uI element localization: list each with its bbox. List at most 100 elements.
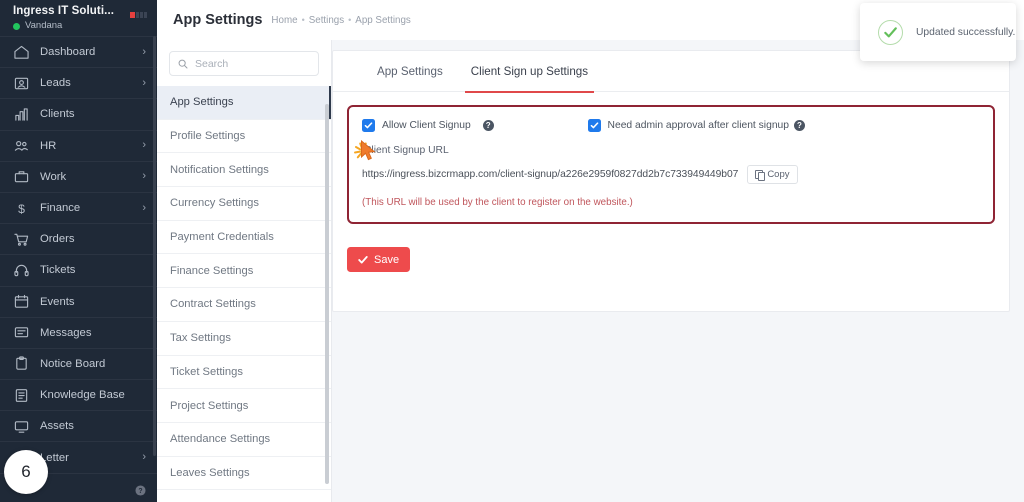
settings-item-app-settings[interactable]: App Settings	[157, 86, 331, 120]
sidebar-item-label: Notice Board	[40, 357, 106, 370]
sidebar-item-clients[interactable]: Clients	[0, 99, 157, 131]
breadcrumb: Home • Settings • App Settings	[271, 15, 410, 26]
copy-icon	[755, 170, 765, 181]
check-icon	[358, 255, 368, 265]
sidebar-header[interactable]: Ingress IT Soluti... Vandana	[0, 0, 157, 36]
sidebar-scrollbar[interactable]	[153, 36, 156, 456]
search-input[interactable]	[195, 57, 310, 70]
sidebar-item-orders[interactable]: Orders	[0, 224, 157, 256]
settings-item-attendance-settings[interactable]: Attendance Settings	[157, 423, 331, 457]
breadcrumb-separator: •	[301, 15, 305, 25]
settings-item-currency-settings[interactable]: Currency Settings	[157, 187, 331, 221]
clipboard-icon	[13, 356, 30, 371]
app-root: Ingress IT Soluti... Vandana Dashboard › L…	[0, 0, 1024, 502]
click-count-badge: 6	[4, 450, 48, 494]
client-signup-url-label: Client Signup URL	[364, 145, 449, 156]
message-icon	[13, 325, 30, 340]
calendar-icon	[13, 294, 30, 309]
content-region: App Settings Profile Settings Notification…	[157, 40, 1024, 502]
settings-item-label: Tax Settings	[170, 332, 231, 345]
breadcrumb-item[interactable]: Home	[271, 15, 297, 26]
headset-icon	[13, 263, 30, 278]
settings-item-label: Attendance Settings	[170, 433, 271, 446]
cart-icon	[13, 232, 30, 247]
settings-item-label: Leaves Settings	[170, 466, 250, 479]
settings-scrollbar[interactable]	[325, 104, 329, 484]
sidebar-item-label: HR	[40, 139, 57, 152]
chevron-right-icon: ›	[142, 76, 146, 89]
svg-text:$: $	[18, 202, 25, 216]
settings-item-project-settings[interactable]: Project Settings	[157, 389, 331, 423]
sidebar-item-label: Messages	[40, 326, 92, 339]
settings-item-ticket-settings[interactable]: Ticket Settings	[157, 356, 331, 390]
monitor-icon	[13, 419, 30, 434]
tab-app-settings[interactable]: App Settings	[363, 51, 457, 92]
search-icon	[178, 59, 188, 69]
question-circle-icon[interactable]: ?	[794, 120, 805, 131]
sidebar-item-label: Clients	[40, 108, 75, 121]
sidebar-item-hr[interactable]: HR ›	[0, 131, 157, 162]
allow-client-signup-label: Allow Client Signup	[382, 120, 471, 131]
home-icon	[13, 45, 30, 60]
question-circle-icon[interactable]: ?	[135, 484, 146, 496]
settings-item-profile-settings[interactable]: Profile Settings	[157, 120, 331, 154]
settings-item-finance-settings[interactable]: Finance Settings	[157, 254, 331, 289]
sidebar-item-label: Letter	[40, 451, 69, 464]
toast-message: Updated successfully.	[916, 26, 1016, 38]
settings-item-label: Finance Settings	[170, 264, 254, 277]
breadcrumb-item[interactable]: Settings	[309, 15, 344, 26]
question-circle-icon[interactable]: ?	[482, 120, 494, 131]
book-icon	[13, 388, 30, 403]
admin-approval-checkbox[interactable]: Need admin approval after client signup …	[587, 119, 980, 132]
breadcrumb-item[interactable]: App Settings	[355, 15, 411, 26]
sidebar-item-messages[interactable]: Messages	[0, 318, 157, 349]
sidebar-nav-list: Dashboard › Leads › Clients HR › Work › $ Finance ›…	[0, 36, 157, 474]
tab-label: App Settings	[377, 65, 443, 78]
highlighted-settings-block: Allow Client Signup ? Need admin approva…	[347, 105, 995, 224]
sidebar-item-knowledge-base[interactable]: Knowledge Base	[0, 380, 157, 412]
sidebar-item-work[interactable]: Work ›	[0, 162, 157, 193]
checkbox-checked-icon	[362, 119, 375, 132]
copy-button-label: Copy	[767, 169, 790, 180]
settings-item-label: Contract Settings	[170, 298, 256, 311]
settings-item-label: Profile Settings	[170, 130, 246, 143]
main-area: App Settings Home • Settings • App Settings	[157, 0, 1024, 502]
settings-item-contract-settings[interactable]: Contract Settings	[157, 288, 331, 322]
sidebar-item-events[interactable]: Events	[0, 287, 157, 318]
settings-item-label: Ticket Settings	[170, 365, 243, 378]
settings-search-box[interactable]	[169, 51, 319, 76]
toast-notification[interactable]: Updated successfully.	[860, 3, 1016, 61]
primary-sidebar: Ingress IT Soluti... Vandana Dashboard › L…	[0, 0, 157, 502]
settings-item-notification-settings[interactable]: Notification Settings	[157, 153, 331, 188]
sidebar-item-label: Dashboard	[40, 46, 96, 59]
leads-icon	[13, 76, 30, 91]
checkbox-checked-icon	[587, 119, 601, 132]
settings-card: App Settings Client Sign up Settings Allo…	[332, 50, 1010, 312]
tab-client-sign-up-settings[interactable]: Client Sign up Settings	[457, 51, 602, 94]
sidebar-item-notice-board[interactable]: Notice Board	[0, 349, 157, 381]
chevron-right-icon: ›	[142, 170, 146, 183]
sidebar-item-leads[interactable]: Leads ›	[0, 68, 157, 100]
settings-item-payment-credentials[interactable]: Payment Credentials	[157, 221, 331, 255]
settings-item-label: Project Settings	[170, 399, 249, 412]
sidebar-item-finance[interactable]: $ Finance ›	[0, 193, 157, 225]
settings-item-tax-settings[interactable]: Tax Settings	[157, 322, 331, 356]
sidebar-item-tickets[interactable]: Tickets	[0, 255, 157, 287]
settings-item-leaves-settings[interactable]: Leaves Settings	[157, 457, 331, 491]
save-button-label: Save	[374, 253, 400, 266]
check-circle-icon	[878, 19, 903, 45]
allow-client-signup-checkbox[interactable]: Allow Client Signup ?	[362, 119, 494, 132]
sidebar-item-label: Events	[40, 295, 75, 308]
dollar-icon: $	[13, 201, 30, 216]
settings-item-label: Notification Settings	[170, 163, 269, 176]
sidebar-item-assets[interactable]: Assets	[0, 411, 157, 443]
save-button[interactable]: Save	[347, 247, 411, 272]
user-name: Vandana	[25, 20, 63, 32]
copy-button[interactable]: Copy	[747, 165, 798, 184]
sidebar-item-label: Orders	[40, 233, 75, 246]
breadcrumb-separator: •	[348, 15, 352, 25]
sidebar-item-dashboard[interactable]: Dashboard ›	[0, 37, 157, 69]
url-hint-text: (This URL will be used by the client to …	[362, 197, 633, 208]
settings-item-label: App Settings	[170, 96, 234, 109]
client-signup-url-row: https://ingress.bizcrmapp.com/client-sig…	[362, 165, 980, 184]
